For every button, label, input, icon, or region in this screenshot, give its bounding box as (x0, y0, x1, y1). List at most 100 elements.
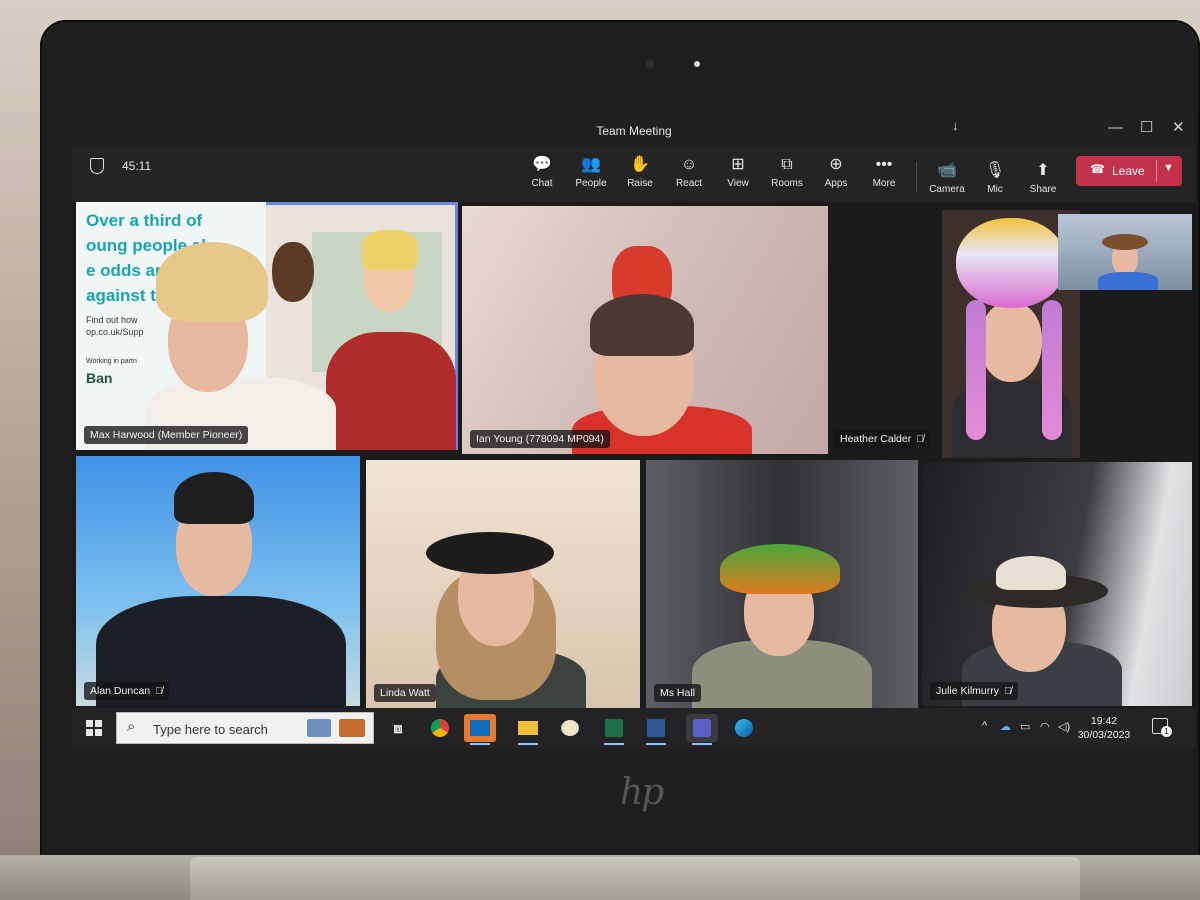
hp-logo: hp (620, 772, 664, 813)
rooms-button[interactable]: ⧉ Rooms (763, 154, 811, 189)
poster-find-out: Find out how (86, 315, 138, 325)
battery-icon[interactable]: ▭ (1020, 720, 1030, 733)
video-tile-julie-kilmurry[interactable]: Julie Kilmurry 🎙̸ (922, 462, 1192, 706)
taskbar-clock[interactable]: 19:42 30/03/2023 (1074, 714, 1134, 742)
close-button[interactable]: ✕ (1172, 120, 1185, 136)
poster-small-text: Find out how op.co.uk/Supp Working in pa… (86, 314, 144, 386)
participant-name: Julie Kilmurry (936, 685, 1000, 697)
participant-name: Alan Duncan (90, 685, 151, 697)
raise-hand-button[interactable]: ✋ Raise (616, 154, 664, 189)
share-label: Share (1029, 184, 1057, 195)
people-label: People (575, 178, 607, 189)
taskbar-search-box[interactable]: ⌕ Type here to search (116, 712, 374, 744)
camera-button[interactable]: 📹 Camera (923, 160, 971, 195)
black-cap (426, 532, 554, 574)
video-tile-heather-calder[interactable]: Heather Calder 🎙̸ (832, 206, 940, 454)
search-highlight-art (307, 719, 331, 737)
video-tile-self-preview[interactable] (1058, 214, 1192, 290)
blonde-hair (362, 230, 418, 270)
mic-button[interactable]: 🎙 Mic (971, 160, 1019, 195)
excel-icon[interactable] (598, 714, 630, 745)
participant-name: Heather Calder (840, 433, 912, 445)
wifi-icon[interactable]: ◠ (1040, 720, 1050, 733)
mic-off-icon: 🎙̸ (916, 434, 924, 445)
person-shirt (1098, 272, 1158, 290)
video-tile-linda-watt[interactable]: Linda Watt (366, 460, 640, 708)
poster-bank: Ban (86, 370, 113, 386)
onedrive-icon[interactable]: ☁ (1000, 720, 1011, 733)
participant-name: Max Harwood (Member Pioneer) (90, 429, 243, 441)
leave-divider (1156, 160, 1157, 182)
participant-name-label: Alan Duncan 🎙̸ (84, 682, 169, 700)
share-button[interactable]: ⬆ Share (1019, 160, 1067, 195)
minimize-button[interactable]: — (1108, 120, 1123, 136)
turkey-hat (156, 242, 268, 322)
webcam-lens (646, 60, 654, 68)
mic-off-icon: 🎙̸ (155, 686, 163, 697)
download-arrow-icon[interactable]: ↓ (952, 118, 959, 133)
chevron-down-icon[interactable]: ▼ (1163, 162, 1174, 174)
react-icon: ☺ (680, 156, 698, 173)
clock-date: 30/03/2023 (1077, 729, 1131, 741)
briefcase-icon (339, 719, 365, 737)
chevron-up-icon[interactable]: ^ (982, 720, 987, 732)
turtle-hat (720, 544, 840, 594)
raise-label: Raise (627, 178, 653, 189)
hat-crown (996, 556, 1066, 590)
title-bar: Team Meeting ↓ — ☐ ✕ (72, 112, 1196, 146)
chat-icon: 💬 (532, 156, 552, 173)
apps-icon: ⊕ (829, 156, 843, 173)
participant-name: Linda Watt (380, 687, 430, 699)
hat-tassel (966, 300, 986, 440)
participant-name-label: Linda Watt (374, 684, 436, 702)
raise-hand-icon: ✋ (630, 156, 650, 173)
video-tile-max-harwood[interactable]: Over a third of oung people el e odds ar… (76, 202, 458, 450)
speaker-icon[interactable]: ◁) (1058, 720, 1070, 733)
paint-icon[interactable] (554, 714, 586, 742)
screen: Team Meeting ↓ — ☐ ✕ 45:11 💬 Chat 👥 Peop… (72, 112, 1196, 748)
rooms-icon: ⧉ (781, 156, 793, 173)
file-explorer-icon[interactable] (512, 714, 544, 745)
video-tile-ian-young[interactable]: Ian Young (778094 MP094) (462, 206, 828, 454)
task-view-icon[interactable]: ⧈ (382, 714, 414, 742)
meeting-timer: 45:11 (122, 159, 152, 173)
react-button[interactable]: ☺ React (665, 154, 713, 189)
maximize-button[interactable]: ☐ (1140, 120, 1153, 136)
people-icon: 👥 (581, 156, 601, 173)
participant-name-label: Max Harwood (Member Pioneer) (84, 426, 249, 444)
search-placeholder: Type here to search (153, 722, 268, 737)
video-tile-ms-hall[interactable]: Ms Hall (646, 460, 918, 708)
chat-button[interactable]: 💬 Chat (518, 154, 566, 189)
poster-line: Over a third of (86, 211, 203, 230)
participant-name-label: Ms Hall (654, 684, 702, 702)
chrome-icon[interactable] (424, 714, 456, 742)
poster-url: op.co.uk/Supp (86, 327, 144, 337)
share-icon: ⬆ (1036, 162, 1050, 179)
more-button[interactable]: ••• More (860, 154, 908, 189)
toolbar-divider (916, 162, 917, 192)
camera-label: Camera (929, 184, 965, 195)
hat-tassel (1042, 300, 1062, 440)
camera-icon: 📹 (937, 162, 957, 179)
person-face (980, 302, 1042, 382)
poster-working: Working in partn (86, 358, 137, 365)
windows-start-icon[interactable] (86, 720, 102, 736)
people-button[interactable]: 👥 People (567, 154, 615, 189)
teams-icon[interactable] (686, 714, 718, 745)
rooms-label: Rooms (771, 178, 803, 189)
leave-button[interactable]: ☎ Leave ▼ (1076, 156, 1182, 186)
chat-label: Chat (531, 178, 553, 189)
video-tile-alan-duncan[interactable]: Alan Duncan 🎙̸ (76, 456, 360, 706)
laptop-base (190, 857, 1080, 900)
react-label: React (675, 178, 703, 189)
outlook-icon[interactable] (464, 714, 496, 745)
panda-hat (956, 218, 1066, 308)
participant-name-label: Heather Calder 🎙̸ (834, 430, 930, 448)
apps-button[interactable]: ⊕ Apps (812, 154, 860, 189)
search-icon: ⌕ (127, 718, 136, 735)
word-icon[interactable] (640, 714, 672, 745)
edge-icon[interactable] (728, 714, 760, 742)
view-button[interactable]: ⊞ View (714, 154, 762, 189)
beanie-hat (174, 472, 254, 524)
participant-name-label: Ian Young (778094 MP094) (470, 430, 610, 448)
